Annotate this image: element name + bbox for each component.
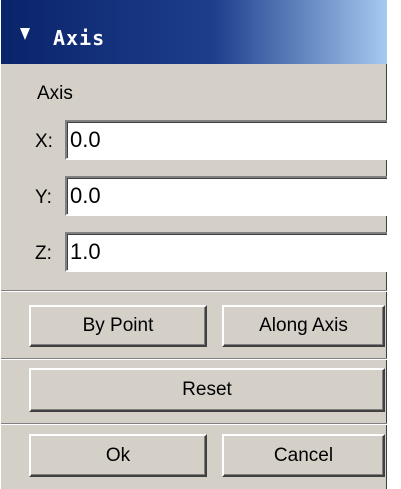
z-field[interactable] xyxy=(65,232,393,272)
y-field[interactable] xyxy=(65,176,393,216)
reset-button[interactable]: Reset xyxy=(29,368,385,412)
x-field[interactable] xyxy=(65,120,393,160)
axis-panel: Axis Axis X: Y: Z: By Point Along Axis R… xyxy=(0,0,393,489)
separator xyxy=(1,423,388,425)
by-point-button[interactable]: By Point xyxy=(29,305,207,347)
y-label: Y: xyxy=(35,187,52,208)
right-edge xyxy=(387,0,401,489)
ok-button[interactable]: Ok xyxy=(29,434,207,477)
panel-title: Axis xyxy=(53,26,106,50)
x-label: X: xyxy=(35,131,53,152)
separator xyxy=(1,358,388,360)
separator xyxy=(1,290,388,292)
along-axis-button[interactable]: Along Axis xyxy=(222,305,385,347)
triangle-down-icon[interactable] xyxy=(19,26,31,42)
axis-section-label: Axis xyxy=(37,83,73,104)
z-label: Z: xyxy=(35,243,52,264)
cancel-button[interactable]: Cancel xyxy=(222,434,385,477)
title-bar[interactable]: Axis xyxy=(1,0,388,64)
